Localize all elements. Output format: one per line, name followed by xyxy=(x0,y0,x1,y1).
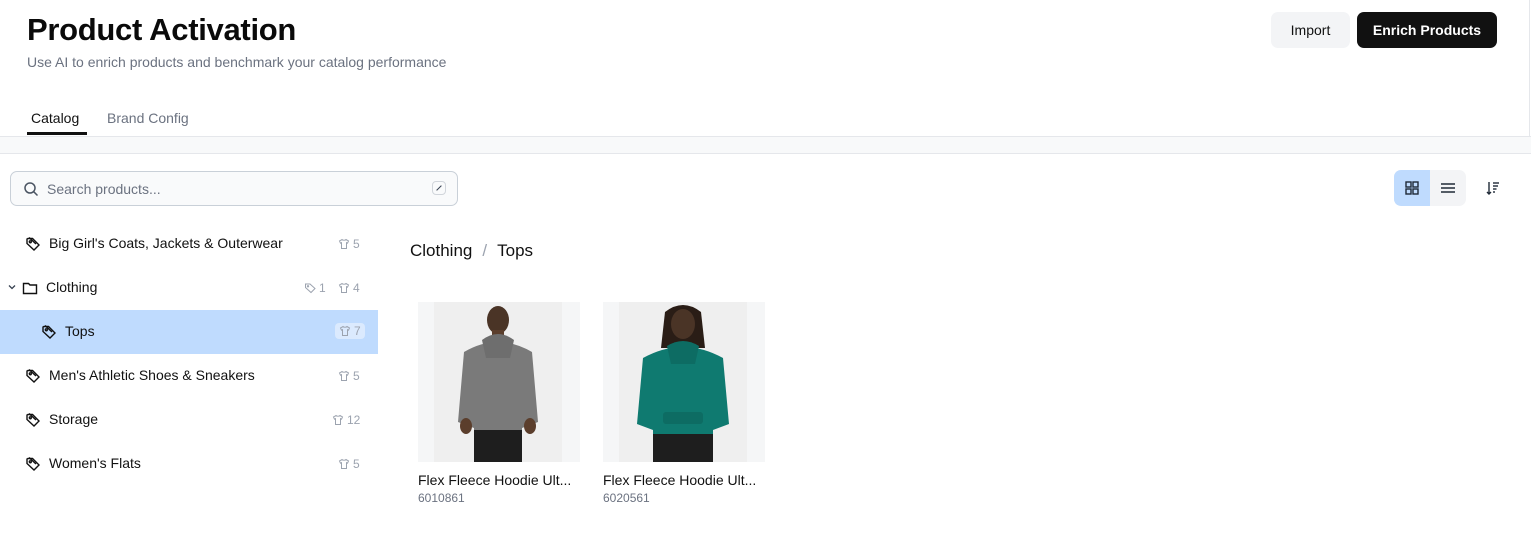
tree-item-big-girls-coats[interactable]: Big Girl's Coats, Jackets & Outerwear 5 xyxy=(0,222,378,266)
tree-item-label: Women's Flats xyxy=(49,455,141,471)
shirt-icon xyxy=(338,458,350,469)
product-card[interactable]: Flex Fleece Hoodie Ult... 6020561 xyxy=(603,302,765,505)
active-tab-indicator xyxy=(27,132,87,135)
product-card[interactable]: Flex Fleece Hoodie Ult... 6010861 xyxy=(418,302,580,505)
folder-icon xyxy=(22,282,38,295)
count-value: 4 xyxy=(353,281,360,295)
tag-icon xyxy=(26,412,40,427)
count-value: 12 xyxy=(347,413,361,427)
tree-item-tops[interactable]: Tops 7 xyxy=(0,310,378,354)
grid-view-button[interactable] xyxy=(1394,170,1430,206)
tree-item-mens-athletic-shoes[interactable]: Men's Athletic Shoes & Sneakers 5 xyxy=(0,354,378,398)
tree-item-storage[interactable]: Storage 12 xyxy=(0,398,378,442)
product-count: 12 xyxy=(332,413,360,427)
breadcrumb-parent[interactable]: Clothing xyxy=(410,241,472,261)
tree-item-clothing[interactable]: Clothing 1 4 xyxy=(0,266,378,310)
search-box xyxy=(10,171,458,206)
product-count: 5 xyxy=(338,369,360,383)
product-image xyxy=(603,302,765,462)
tree-item-womens-flats[interactable]: Women's Flats 5 xyxy=(0,442,378,486)
shirt-icon xyxy=(338,238,350,249)
shirt-icon xyxy=(332,414,344,425)
shirt-icon xyxy=(338,282,350,293)
breadcrumb-separator: / xyxy=(482,241,488,260)
search-icon xyxy=(24,182,39,197)
product-sku: 6010861 xyxy=(418,491,465,505)
view-toggle xyxy=(1394,170,1466,206)
breadcrumb-current: Tops xyxy=(497,241,534,260)
tag-icon xyxy=(26,236,40,251)
pencil-icon[interactable] xyxy=(432,181,446,195)
sort-icon xyxy=(1486,182,1499,195)
tree-item-label: Clothing xyxy=(46,279,98,295)
product-count: 7 xyxy=(335,323,365,339)
import-button[interactable]: Import xyxy=(1271,12,1350,48)
tag-icon xyxy=(42,324,56,339)
product-name: Flex Fleece Hoodie Ult... xyxy=(603,472,757,488)
count-value: 7 xyxy=(354,324,361,338)
page-title: Product Activation xyxy=(27,12,297,47)
tree-item-label: Tops xyxy=(65,323,95,339)
section-band xyxy=(0,137,1531,154)
product-count: 5 xyxy=(338,457,360,471)
count-value: 5 xyxy=(353,457,360,471)
shirt-icon xyxy=(339,325,351,336)
product-count: 4 xyxy=(338,281,360,295)
count-value: 1 xyxy=(319,281,326,295)
grid-icon xyxy=(1405,181,1419,195)
tag-icon xyxy=(26,456,40,471)
page-subtitle: Use AI to enrich products and benchmark … xyxy=(27,54,447,70)
breadcrumb: Clothing / Tops xyxy=(410,241,533,261)
tag-count: 1 xyxy=(304,281,326,295)
product-count: 5 xyxy=(338,237,360,251)
count-value: 5 xyxy=(353,369,360,383)
product-sku: 6020561 xyxy=(603,491,650,505)
product-name: Flex Fleece Hoodie Ult... xyxy=(418,472,572,488)
page-header: Product Activation Use AI to enrich prod… xyxy=(0,0,1530,136)
tab-brand-config[interactable]: Brand Config xyxy=(107,110,189,126)
search-input[interactable] xyxy=(47,172,427,205)
tree-item-label: Big Girl's Coats, Jackets & Outerwear xyxy=(49,235,283,251)
list-view-button[interactable] xyxy=(1430,170,1466,206)
sort-button[interactable] xyxy=(1481,176,1505,200)
tag-small-icon xyxy=(305,283,316,294)
tab-catalog[interactable]: Catalog xyxy=(31,110,79,126)
tree-item-label: Storage xyxy=(49,411,99,427)
count-value: 5 xyxy=(353,237,360,251)
list-icon xyxy=(1441,183,1455,193)
chevron-down-icon[interactable] xyxy=(7,282,17,292)
tree-item-label: Men's Athletic Shoes & Sneakers xyxy=(49,367,255,383)
tag-icon xyxy=(26,368,40,383)
shirt-icon xyxy=(338,370,350,381)
product-image xyxy=(418,302,580,462)
enrich-products-button[interactable]: Enrich Products xyxy=(1357,12,1497,48)
